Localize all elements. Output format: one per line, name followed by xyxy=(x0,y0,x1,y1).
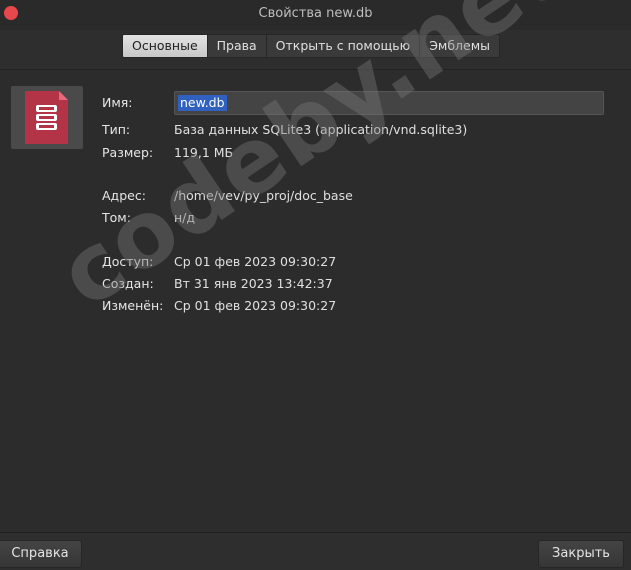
size-label: Размер: xyxy=(102,145,154,160)
name-input[interactable]: new.db xyxy=(174,91,604,115)
size-value: 119,1 МБ xyxy=(174,145,234,160)
created-label: Создан: xyxy=(102,276,154,291)
modified-label: Изменён: xyxy=(102,298,164,313)
file-icon-button[interactable] xyxy=(11,86,83,149)
name-input-value[interactable]: new.db xyxy=(178,95,227,111)
tab-open-with[interactable]: Открыть с помощью xyxy=(266,34,421,58)
tab-basic[interactable]: Основные xyxy=(122,34,208,58)
accessed-value: Ср 01 фев 2023 09:30:27 xyxy=(174,254,337,269)
address-label: Адрес: xyxy=(102,188,146,203)
created-value: Вт 31 янв 2023 13:42:37 xyxy=(174,276,333,291)
titlebar: Свойства new.db xyxy=(0,0,631,30)
volume-value: н/д xyxy=(174,210,196,225)
name-label: Имя: xyxy=(102,95,133,110)
type-label: Тип: xyxy=(102,122,131,137)
type-value: База данных SQLite3 (application/vnd.sql… xyxy=(174,122,468,137)
address-value: /home/vev/py_proj/doc_base xyxy=(174,188,353,203)
modified-value: Ср 01 фев 2023 09:30:27 xyxy=(174,298,337,313)
properties-dialog: Свойства new.db Основные Права Открыть с… xyxy=(0,0,631,570)
volume-label: Том: xyxy=(102,210,131,225)
tab-permissions[interactable]: Права xyxy=(207,34,267,58)
tab-emblems[interactable]: Эмблемы xyxy=(420,34,501,58)
close-button[interactable]: Закрыть xyxy=(538,540,624,568)
accessed-label: Доступ: xyxy=(102,254,154,269)
sqlite-database-file-icon xyxy=(25,91,68,144)
help-button[interactable]: Справка xyxy=(0,540,82,568)
window-title: Свойства new.db xyxy=(258,6,373,21)
tab-bar: Основные Права Открыть с помощью Эмблемы xyxy=(122,34,501,58)
